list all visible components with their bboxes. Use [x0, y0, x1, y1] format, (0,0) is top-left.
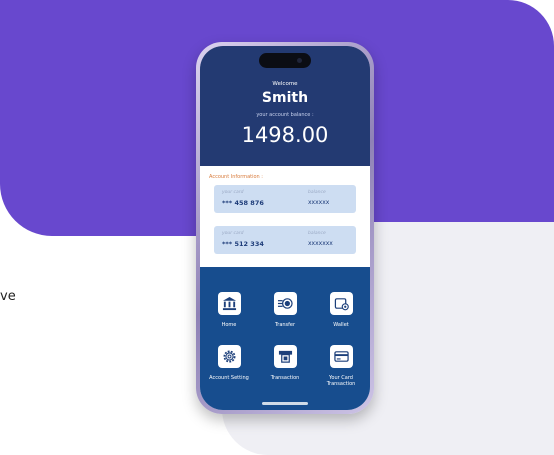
transfer-coin-icon	[273, 292, 297, 315]
phone-mockup: Welcome Smith your account balance : 149…	[196, 42, 374, 414]
credit-card-icon	[329, 345, 353, 368]
bank-icon	[217, 292, 241, 315]
dynamic-island	[259, 53, 311, 68]
partial-side-text: ve	[0, 289, 16, 304]
menu-label: Wallet	[333, 322, 349, 328]
menu-label: Account Setting	[209, 375, 249, 381]
card-item[interactable]: your card *** 458 876 balance xxxxxx	[214, 185, 356, 213]
card-label: your card	[222, 231, 244, 236]
card-balance-label: balance	[308, 231, 326, 236]
balance-label: your account balance :	[256, 112, 314, 118]
card-item[interactable]: your card *** 512 334 balance xxxxxxx	[214, 226, 356, 254]
card-label: your card	[222, 190, 244, 195]
menu-label: Your Card Transaction	[326, 375, 356, 387]
account-info-title: Account Information :	[209, 174, 263, 180]
menu-item-wallet[interactable]: Wallet	[316, 292, 366, 328]
home-indicator	[262, 402, 308, 405]
balance-header: Welcome Smith your account balance : 149…	[200, 46, 370, 166]
card-balance-value: xxxxxx	[308, 199, 330, 206]
welcome-text: Welcome	[272, 81, 298, 87]
menu-item-home[interactable]: Home	[204, 292, 254, 328]
camera-icon	[297, 58, 302, 63]
menu-label: Transaction	[270, 375, 300, 381]
menu-label: Home	[221, 322, 237, 328]
user-name: Smith	[261, 90, 309, 106]
atm-icon	[273, 345, 297, 368]
menu-item-transaction[interactable]: Transaction	[260, 345, 310, 381]
wallet-icon	[329, 292, 353, 315]
card-number: *** 458 876	[222, 199, 264, 207]
menu-label: Transfer	[274, 322, 296, 328]
balance-value: 1498.00	[241, 123, 329, 147]
card-balance-label: balance	[308, 190, 326, 195]
gear-icon	[217, 345, 241, 368]
menu-panel: Home Transfer Wallet Account Setting Tra…	[200, 267, 370, 410]
menu-item-account-setting[interactable]: Account Setting	[204, 345, 254, 381]
card-balance-value: xxxxxxx	[308, 240, 333, 247]
menu-item-transfer[interactable]: Transfer	[260, 292, 310, 328]
menu-item-card-transaction[interactable]: Your Card Transaction	[316, 345, 366, 387]
card-number: *** 512 334	[222, 240, 264, 248]
phone-screen: Welcome Smith your account balance : 149…	[200, 46, 370, 410]
